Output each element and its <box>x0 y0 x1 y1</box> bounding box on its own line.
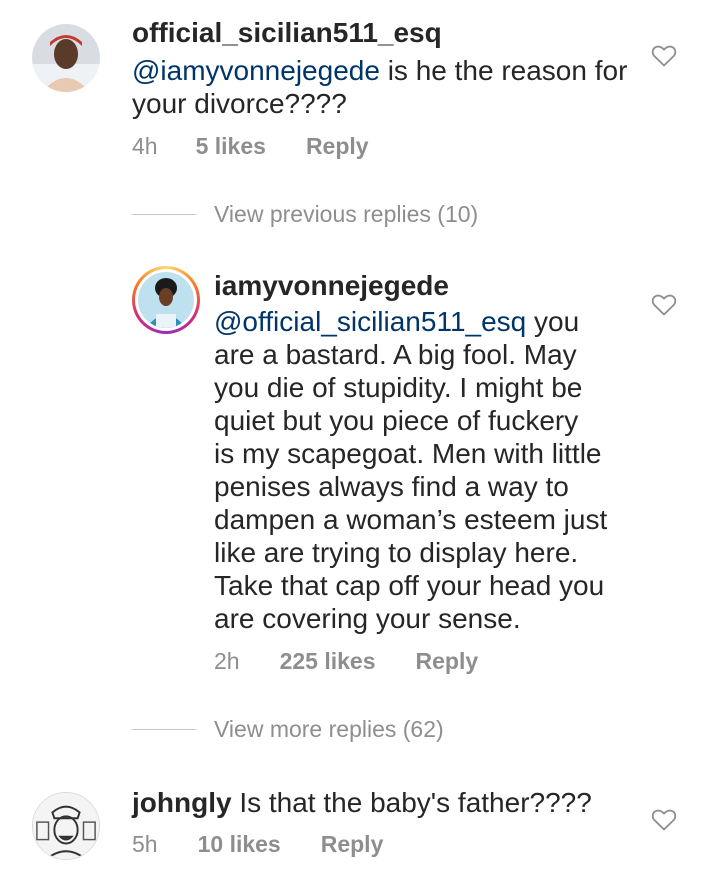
avatar[interactable] <box>32 792 100 860</box>
reply-line: like are trying to display here. <box>214 537 579 568</box>
likes-count[interactable]: 10 likes <box>198 831 281 858</box>
mention-link[interactable]: @iamyvonnejegede <box>132 55 380 86</box>
reply-button[interactable]: Reply <box>306 133 369 160</box>
reply-line: dampen a woman’s esteem just <box>214 504 608 535</box>
comment-body: @iamyvonnejegede is he the reason for yo… <box>132 54 652 120</box>
reply-button[interactable]: Reply <box>321 831 384 858</box>
avatar-image <box>33 793 99 859</box>
comment-meta: 5h 10 likes Reply <box>132 831 383 858</box>
mention-link[interactable]: @official_sicilian511_esq <box>214 306 526 337</box>
reply-username-line: iamyvonnejegede <box>214 269 654 302</box>
comment-time: 5h <box>132 831 158 857</box>
reply-button[interactable]: Reply <box>416 648 479 675</box>
comment-text: johngly Is that the baby's father???? <box>132 786 652 819</box>
heart-icon[interactable] <box>651 808 677 832</box>
comment-username[interactable]: johngly <box>132 787 232 818</box>
comment-time: 4h <box>132 133 158 159</box>
avatar-image <box>32 24 100 92</box>
story-avatar[interactable] <box>132 266 200 334</box>
reply-line: are a bastard. A big fool. May <box>214 339 577 370</box>
divider-line <box>132 214 196 215</box>
comment-meta: 4h 5 likes Reply <box>132 133 369 160</box>
likes-count[interactable]: 5 likes <box>196 133 266 160</box>
view-previous-label[interactable]: View previous replies (10) <box>214 201 478 228</box>
reply-line: penises always find a way to <box>214 471 569 502</box>
reply-line: Take that cap off your head you <box>214 570 605 601</box>
comment-username[interactable]: official_sicilian511_esq <box>132 17 442 48</box>
reply-line: quiet but you piece of fuckery <box>214 405 579 436</box>
comment-meta: 2h 225 likes Reply <box>214 648 478 675</box>
avatar-image <box>138 272 194 328</box>
comment-text: official_sicilian511_esq <box>132 16 652 49</box>
reply-line: are covering your sense. <box>214 603 521 634</box>
reply-body: @official_sicilian511_esq you are a bast… <box>214 305 654 635</box>
divider-line <box>132 729 196 730</box>
comment-body-text: Is that the baby's father???? <box>239 787 592 818</box>
avatar[interactable] <box>32 24 100 92</box>
view-more-label[interactable]: View more replies (62) <box>214 716 444 743</box>
reply-username[interactable]: iamyvonnejegede <box>214 270 449 301</box>
reply-line: you <box>526 306 580 337</box>
view-previous-replies[interactable]: View previous replies (10) <box>132 201 478 228</box>
heart-icon[interactable] <box>651 44 677 68</box>
likes-count[interactable]: 225 likes <box>280 648 376 675</box>
heart-icon[interactable] <box>651 293 677 317</box>
comment-time: 2h <box>214 648 240 674</box>
reply-line: you die of stupidity. I might be <box>214 372 583 403</box>
reply-line: is my scapegoat. Men with little <box>214 438 602 469</box>
view-more-replies[interactable]: View more replies (62) <box>132 716 444 743</box>
